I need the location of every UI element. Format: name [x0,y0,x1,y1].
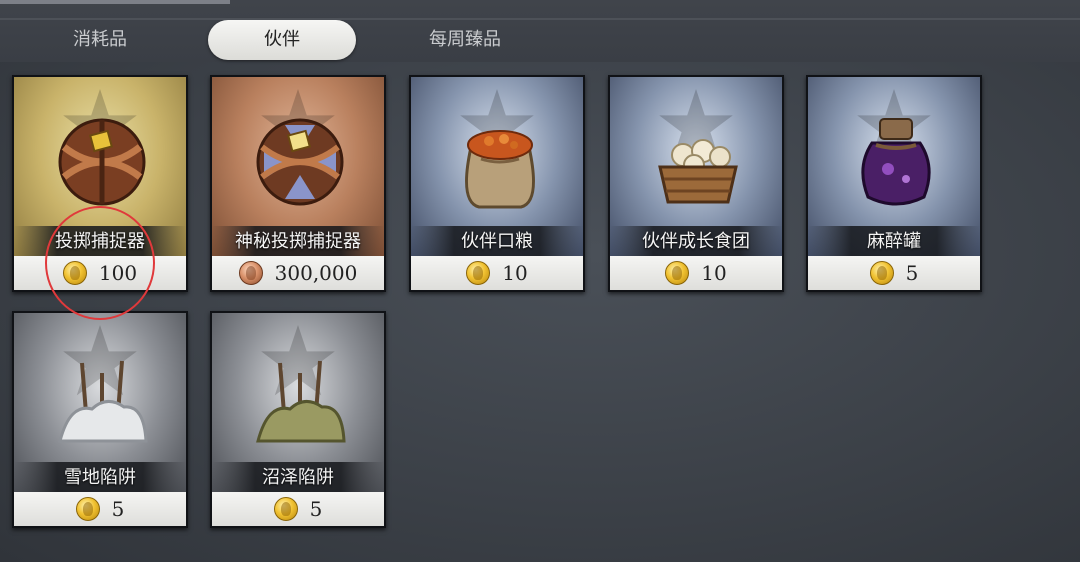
shop-item-card[interactable]: 伙伴成长食团 10 [608,75,784,292]
price-value: 10 [701,261,727,285]
price-bar: 10 [610,256,782,290]
capture-ball-icon [58,118,146,206]
price-value: 300,000 [274,261,358,285]
swamp-trap-icon [256,360,346,443]
food-basket-icon [658,139,738,204]
gold-coin-icon [273,497,298,521]
shop-item-card[interactable]: 雪地陷阱 5 [12,311,188,528]
price-value: 10 [502,261,528,285]
gold-coin-icon [75,497,100,521]
price-value: 5 [111,497,125,521]
item-name: 伙伴成长食团 [610,226,782,258]
shop-item-card[interactable]: 沼泽陷阱 5 [210,311,386,528]
tab-consumables[interactable]: 消耗品 [30,20,170,60]
price-bar: 300,000 [212,256,384,290]
gold-coin-icon [869,261,894,285]
price-bar: 5 [808,256,980,290]
gold-coin-icon [466,261,491,285]
food-sack-icon [465,130,535,209]
anesthetic-jar-icon [861,118,931,206]
gold-coin-icon [665,261,690,285]
price-value: 5 [309,497,323,521]
price-value: 5 [905,261,919,285]
item-name: 雪地陷阱 [14,462,186,494]
price-bar: 5 [14,492,186,526]
price-bar: 10 [411,256,583,290]
item-name: 伙伴口粮 [411,226,583,258]
shop-item-card[interactable]: 神秘投掷捕捉器 300,000 [210,75,386,292]
shop-item-card[interactable]: 伙伴口粮 10 [409,75,585,292]
copper-coin-icon [238,261,263,285]
category-tab-bar: 消耗品 伙伴 每周臻品 [0,0,1080,62]
item-name: 沼泽陷阱 [212,462,384,494]
tab-weekly-treasures[interactable]: 每周臻品 [395,20,535,60]
highlight-circle-annotation [45,206,155,320]
snow-trap-icon [58,360,148,443]
tab-companions[interactable]: 伙伴 [208,20,356,60]
shop-item-card[interactable]: 麻醉罐 5 [806,75,982,292]
item-name: 神秘投掷捕捉器 [212,226,384,258]
item-name: 麻醉罐 [808,226,980,258]
mystery-capture-ball-icon [256,118,344,206]
price-bar: 5 [212,492,384,526]
